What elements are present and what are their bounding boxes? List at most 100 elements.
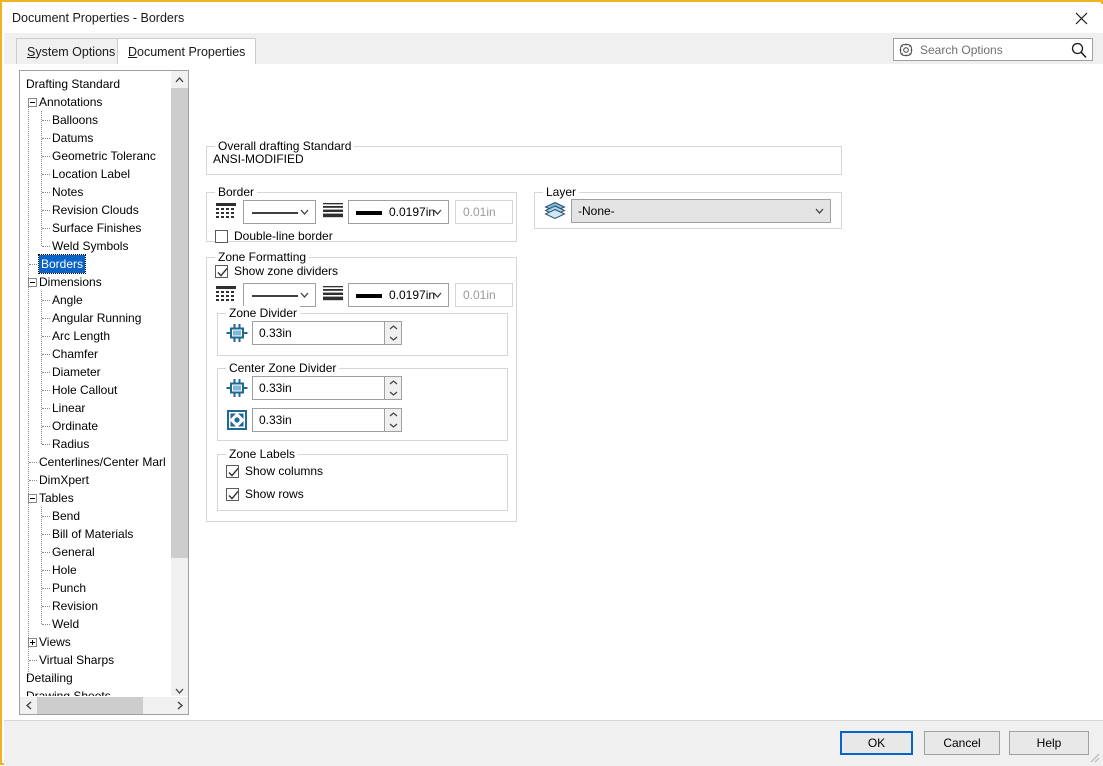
line-weight-icon — [322, 285, 344, 303]
tab-document-properties[interactable]: Document Properties — [117, 38, 256, 65]
tree-connector — [42, 588, 50, 589]
solid-line-icon — [252, 295, 298, 297]
tree-item-views[interactable]: Views — [20, 633, 172, 651]
show-columns-checkbox[interactable]: Show columns — [226, 464, 323, 478]
tree-item-weld[interactable]: Weld — [20, 615, 172, 633]
search-options-box[interactable] — [893, 38, 1093, 61]
chevron-left-icon — [26, 701, 32, 710]
tree-connector — [42, 426, 50, 427]
zone-divider-stepper[interactable]: 0.33in — [252, 321, 402, 345]
tree-item-diameter[interactable]: Diameter — [20, 363, 172, 381]
tree-item-label: Revision — [52, 597, 98, 615]
tree-item-linear[interactable]: Linear — [20, 399, 172, 417]
border-line-style-combo[interactable] — [243, 200, 316, 224]
tree-item-drafting-standard[interactable]: Drafting Standard — [20, 75, 172, 93]
tree-item-geometric-toleranc[interactable]: Geometric Toleranc — [20, 147, 172, 165]
center-zone-divider-stepper-2[interactable]: 0.33in — [252, 408, 402, 432]
tree-item-angle[interactable]: Angle — [20, 291, 172, 309]
zone-line-thickness-combo[interactable]: 0.0197in — [348, 283, 449, 307]
tree-item-annotations[interactable]: Annotations — [20, 93, 172, 111]
tree-item-surface-finishes[interactable]: Surface Finishes — [20, 219, 172, 237]
tree-item-dimensions[interactable]: Dimensions — [20, 273, 172, 291]
search-icon[interactable] — [1070, 41, 1088, 59]
collapse-icon[interactable] — [28, 278, 37, 287]
tree-vertical-scroll-thumb[interactable] — [171, 88, 188, 558]
tab-system-options[interactable]: System Options — [16, 38, 126, 64]
tree-item-label: Revision Clouds — [52, 201, 139, 219]
tree-connector — [42, 372, 50, 373]
spin-down-button[interactable] — [385, 333, 401, 344]
tree-item-location-label[interactable]: Location Label — [20, 165, 172, 183]
show-rows-checkbox[interactable]: Show rows — [226, 487, 304, 501]
collapse-icon[interactable] — [28, 494, 37, 503]
center-zone-divider-spin-buttons-2[interactable] — [384, 408, 402, 432]
tree-item-detailing[interactable]: Detailing — [20, 669, 172, 687]
scroll-right-button[interactable] — [171, 697, 188, 714]
double-line-border-checkbox[interactable]: Double-line border — [215, 229, 333, 243]
tree-item-revision[interactable]: Revision — [20, 597, 172, 615]
scroll-left-button[interactable] — [20, 697, 37, 714]
tree-item-chamfer[interactable]: Chamfer — [20, 345, 172, 363]
tree-item-hole-callout[interactable]: Hole Callout — [20, 381, 172, 399]
border-line-thickness-combo[interactable]: 0.0197in — [348, 200, 449, 224]
chevron-down-icon — [389, 391, 398, 396]
chevron-up-icon — [389, 412, 398, 417]
options-tree-panel[interactable]: Drafting StandardAnnotationsBalloonsDatu… — [19, 70, 189, 715]
close-button[interactable] — [1059, 4, 1103, 33]
chevron-right-icon — [177, 701, 183, 710]
spin-up-button[interactable] — [385, 409, 401, 420]
tree-item-ordinate[interactable]: Ordinate — [20, 417, 172, 435]
spin-up-button[interactable] — [385, 377, 401, 388]
tree-item-centerlines-center-marl[interactable]: Centerlines/Center Marl — [20, 453, 172, 471]
tree-item-label: Surface Finishes — [52, 219, 141, 237]
spin-down-button[interactable] — [385, 388, 401, 399]
scroll-up-button[interactable] — [171, 71, 188, 88]
overall-drafting-standard-label: Overall drafting Standard — [215, 139, 354, 153]
tree-horizontal-scrollbar[interactable] — [20, 696, 188, 714]
center-zone-divider-input-1[interactable]: 0.33in — [252, 376, 384, 400]
tree-connector — [42, 552, 50, 553]
tree-vertical-scrollbar[interactable] — [170, 71, 188, 699]
tree-item-revision-clouds[interactable]: Revision Clouds — [20, 201, 172, 219]
cancel-button[interactable]: Cancel — [924, 731, 1000, 755]
zone-divider-spin-buttons[interactable] — [384, 321, 402, 345]
tree-item-label: Tables — [39, 489, 74, 507]
tree-item-arc-length[interactable]: Arc Length — [20, 327, 172, 345]
tree-item-punch[interactable]: Punch — [20, 579, 172, 597]
border-group: Border — [206, 192, 517, 242]
tree-item-bend[interactable]: Bend — [20, 507, 172, 525]
spin-up-button[interactable] — [385, 322, 401, 333]
border-custom-thickness-value: 0.01in — [463, 205, 496, 219]
ok-button[interactable]: OK — [840, 731, 913, 755]
zone-line-style-combo[interactable] — [243, 283, 316, 307]
tree-item-dimxpert[interactable]: DimXpert — [20, 471, 172, 489]
tree-horizontal-scroll-thumb[interactable] — [37, 697, 143, 714]
tree-item-general[interactable]: General — [20, 543, 172, 561]
tree-item-radius[interactable]: Radius — [20, 435, 172, 453]
spin-down-button[interactable] — [385, 420, 401, 431]
layer-combo[interactable]: -None- — [571, 199, 831, 223]
tree-item-balloons[interactable]: Balloons — [20, 111, 172, 129]
center-zone-divider-input-2[interactable]: 0.33in — [252, 408, 384, 432]
tree-item-datums[interactable]: Datums — [20, 129, 172, 147]
tree-item-bill-of-materials[interactable]: Bill of Materials — [20, 525, 172, 543]
center-zone-divider-spin-buttons-1[interactable] — [384, 376, 402, 400]
tree-item-hole[interactable]: Hole — [20, 561, 172, 579]
show-zone-dividers-checkbox[interactable]: Show zone dividers — [215, 264, 338, 278]
tree-item-tables[interactable]: Tables — [20, 489, 172, 507]
search-input[interactable] — [918, 42, 1070, 58]
tree-item-weld-symbols[interactable]: Weld Symbols — [20, 237, 172, 255]
tree-item-virtual-sharps[interactable]: Virtual Sharps — [20, 651, 172, 669]
collapse-icon[interactable] — [28, 98, 37, 107]
expand-icon[interactable] — [28, 638, 37, 647]
tree-item-label: Radius — [52, 435, 89, 453]
center-zone-divider-stepper-1[interactable]: 0.33in — [252, 376, 402, 400]
tree-item-notes[interactable]: Notes — [20, 183, 172, 201]
zone-divider-input[interactable]: 0.33in — [252, 321, 384, 345]
help-button[interactable]: Help — [1009, 731, 1089, 755]
tree-item-borders[interactable]: Borders — [20, 255, 172, 273]
tree-connector — [42, 570, 50, 571]
resize-grip-icon[interactable] — [1088, 751, 1100, 763]
options-tree[interactable]: Drafting StandardAnnotationsBalloonsDatu… — [20, 71, 172, 698]
tree-item-angular-running[interactable]: Angular Running — [20, 309, 172, 327]
